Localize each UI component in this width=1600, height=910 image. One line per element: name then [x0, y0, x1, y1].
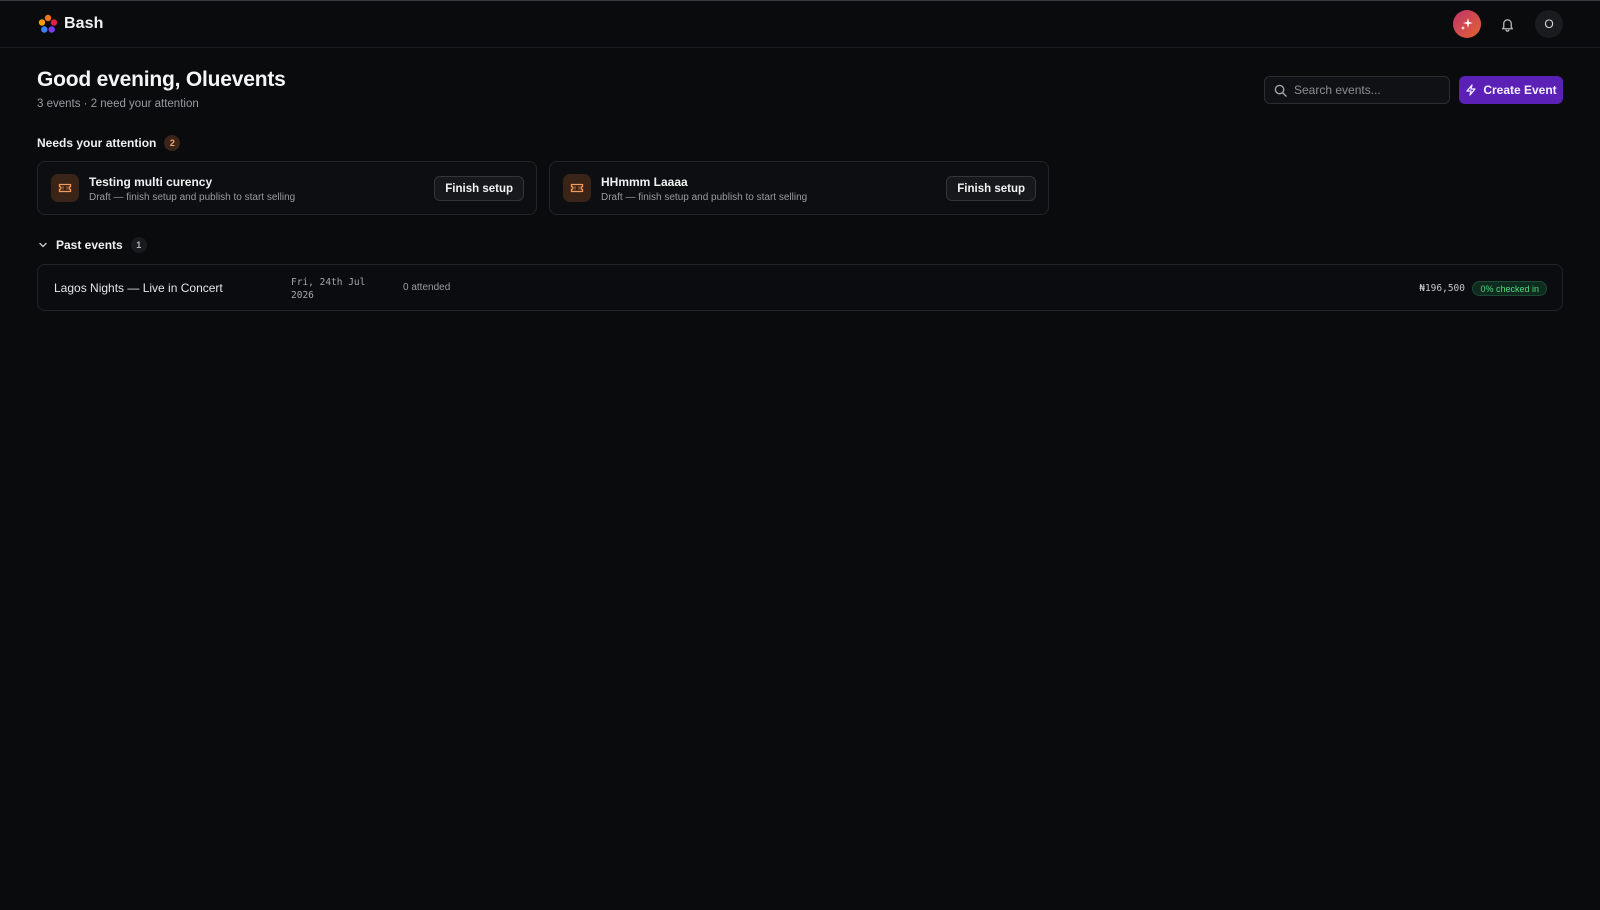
page-subtitle: 3 events · 2 need your attention	[37, 98, 199, 110]
event-date-year: 2026	[291, 290, 314, 301]
notifications-button[interactable]	[1493, 10, 1521, 38]
event-date: Fri, 24th Jul 2026	[291, 276, 381, 302]
brand[interactable]: Bash	[38, 14, 104, 34]
attention-card[interactable]: HHmmm Laaaa Draft — finish setup and pub…	[549, 161, 1049, 215]
finish-setup-button[interactable]: Finish setup	[434, 176, 524, 201]
attention-card-description: Draft — finish setup and publish to star…	[89, 192, 296, 203]
event-row[interactable]: Lagos Nights — Live in Concert Fri, 24th…	[37, 264, 1563, 311]
event-attendance: 0 attended	[403, 282, 451, 293]
attention-count-badge: 2	[164, 135, 181, 151]
create-event-label: Create Event	[1483, 83, 1557, 97]
bell-icon	[1501, 18, 1513, 32]
finish-setup-button[interactable]: Finish setup	[946, 176, 1036, 201]
attention-section-header: Needs your attention 2	[37, 135, 181, 151]
top-bar: Bash O	[0, 0, 1600, 48]
attention-card-title: Testing multi curency	[89, 175, 213, 189]
user-avatar[interactable]: O	[1535, 10, 1563, 38]
search-icon	[1274, 84, 1287, 97]
ticket-icon	[563, 174, 591, 202]
search-box[interactable]	[1264, 76, 1450, 104]
bash-logo-icon	[38, 14, 58, 33]
past-events-title: Past events	[56, 238, 123, 252]
app-name: Bash	[64, 15, 104, 32]
lightning-icon	[1466, 84, 1476, 96]
ticket-icon	[51, 174, 79, 202]
attention-card[interactable]: Testing multi curency Draft — finish set…	[37, 161, 537, 215]
past-events-count-badge: 1	[130, 237, 147, 253]
page-title: Good evening, Oluevents	[37, 68, 286, 91]
event-date-line: Fri, 24th Jul	[291, 277, 366, 288]
attention-card-description: Draft — finish setup and publish to star…	[601, 192, 808, 203]
ai-assistant-button[interactable]	[1453, 10, 1481, 38]
search-input[interactable]	[1294, 83, 1444, 97]
sparkles-icon	[1461, 18, 1473, 30]
past-events-toggle[interactable]: Past events 1	[37, 237, 147, 253]
event-revenue: ₦196,500	[1419, 283, 1465, 294]
event-name: Lagos Nights — Live in Concert	[54, 281, 223, 295]
top-actions: O	[1453, 10, 1563, 38]
create-event-button[interactable]: Create Event	[1459, 76, 1563, 104]
checkin-status-badge: 0% checked in	[1472, 281, 1547, 296]
chevron-down-icon	[39, 242, 47, 248]
attention-section-title: Needs your attention	[37, 136, 157, 150]
attention-card-title: HHmmm Laaaa	[601, 175, 688, 189]
